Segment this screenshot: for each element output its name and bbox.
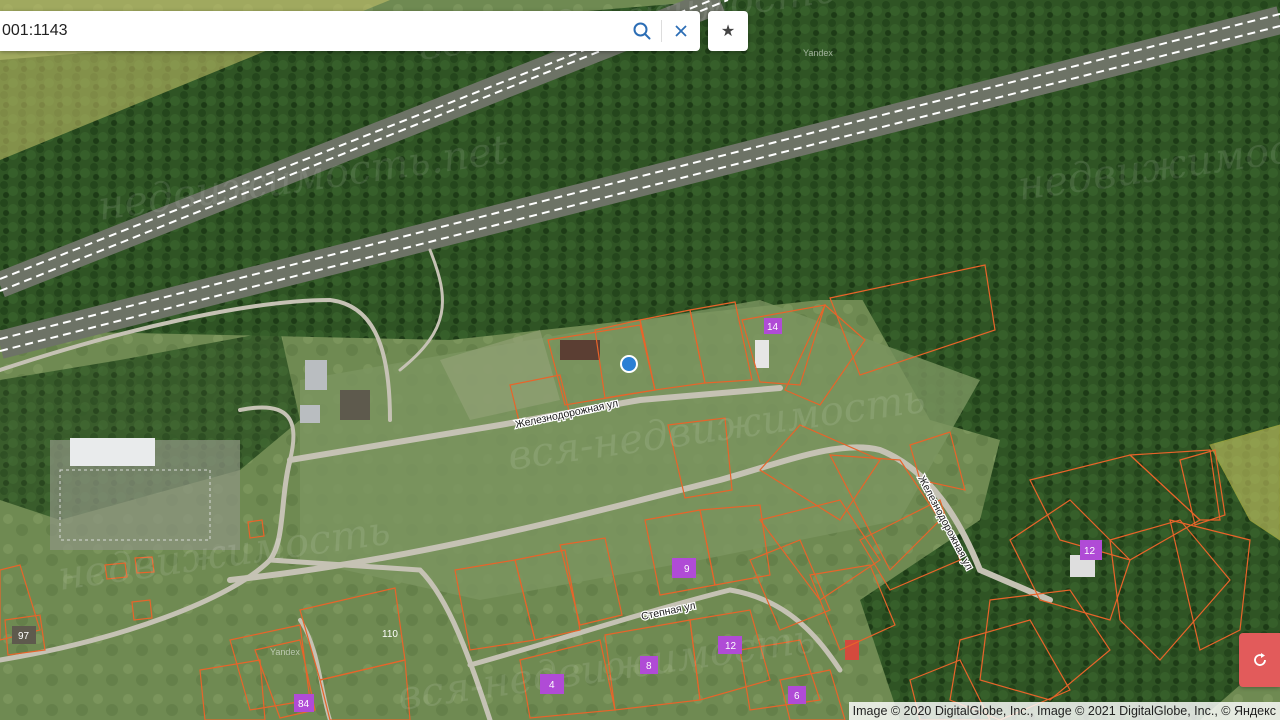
plot-number: 8 (646, 661, 652, 672)
plot-number: 9 (684, 564, 690, 575)
plot-number: 12 (725, 641, 737, 652)
close-icon (675, 25, 687, 37)
search-icon (633, 22, 651, 40)
tile-label: Yandex (803, 48, 833, 58)
tile-label: Yandex (270, 647, 300, 657)
search-bar: 001:1143 (0, 11, 700, 51)
plot-number: 84 (298, 699, 310, 710)
map-attribution: Image © 2020 DigitalGlobe, Inc., Image ©… (848, 702, 1280, 720)
refresh-icon (1253, 653, 1266, 666)
clear-button[interactable] (662, 11, 700, 51)
plot-number: 14 (767, 322, 779, 333)
plot-number: 4 (549, 680, 555, 691)
plot-number: 97 (18, 631, 30, 642)
search-button[interactable] (623, 11, 661, 51)
satellite-map[interactable]: недвижимость.net вся-недвижимость вся-не… (0, 0, 1280, 720)
plot-number: 12 (1084, 546, 1096, 557)
search-input[interactable]: 001:1143 (0, 22, 623, 40)
plot-number: 6 (794, 691, 800, 702)
star-icon: ★ (720, 23, 736, 40)
location-marker[interactable] (620, 355, 638, 373)
reset-button[interactable] (1239, 633, 1280, 687)
plot-number: 110 (382, 629, 398, 640)
favorite-button[interactable]: ★ (708, 11, 748, 51)
